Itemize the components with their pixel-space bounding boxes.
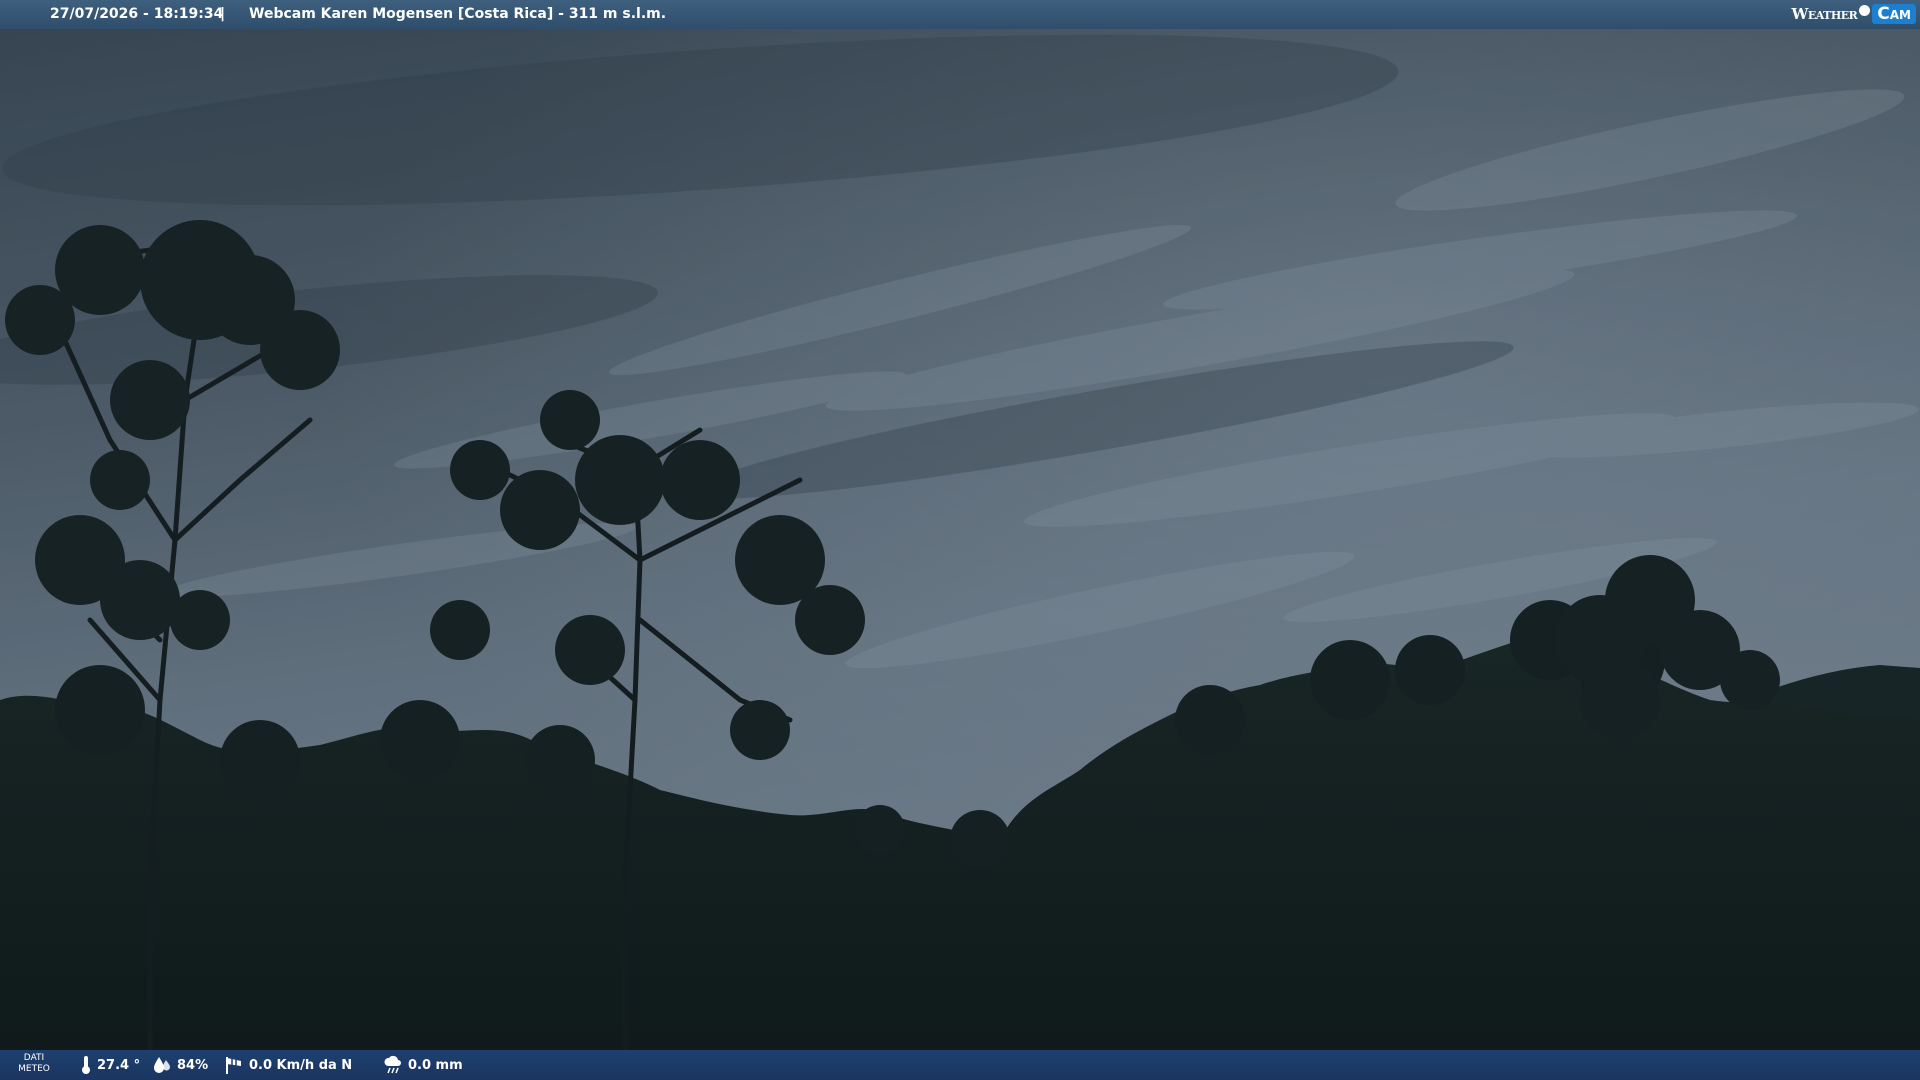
rain-cloud-icon: [384, 1055, 401, 1074]
temperature-value: 27.4 °: [97, 1057, 141, 1073]
thermometer-icon: [82, 1056, 90, 1074]
separator: |: [220, 6, 226, 22]
logo-cam-text: Cam: [1872, 4, 1916, 24]
temperature-readout: 27.4 °: [80, 1055, 140, 1075]
logo-weather-text: Weather: [1791, 5, 1858, 23]
humidity-readout: 84%: [152, 1055, 208, 1075]
humidity-value: 84%: [177, 1057, 209, 1073]
humidity-drops-icon: [154, 1057, 170, 1073]
dati-label-line2: METEO: [18, 1064, 50, 1074]
weathercam-logo: Weather Cam: [1791, 2, 1916, 26]
webcam-location: Webcam Karen Mogensen [Costa Rica] - 311…: [249, 6, 667, 22]
rain-value: 0.0 mm: [408, 1057, 463, 1073]
weather-data-bar: DATI METEO 27.4 ° 84% 0.0 Km/h da N 0.0 …: [0, 1050, 1920, 1080]
timestamp: 27/07/2026 - 18:19:34: [50, 6, 224, 22]
dati-meteo-label: DATI METEO: [14, 1053, 54, 1075]
wind-sock-icon: [226, 1057, 241, 1074]
dati-label-line1: DATI: [23, 1053, 45, 1063]
wind-readout: 0.0 Km/h da N: [224, 1055, 352, 1075]
rain-readout: 0.0 mm: [383, 1055, 463, 1075]
dusk-tint: [0, 0, 1920, 1080]
logo-dot-icon: [1859, 4, 1871, 16]
info-top-bar: 27/07/2026 - 18:19:34 | Webcam Karen Mog…: [0, 0, 1920, 29]
wind-value: 0.0 Km/h da N: [249, 1057, 353, 1073]
webcam-image: [0, 0, 1920, 1080]
